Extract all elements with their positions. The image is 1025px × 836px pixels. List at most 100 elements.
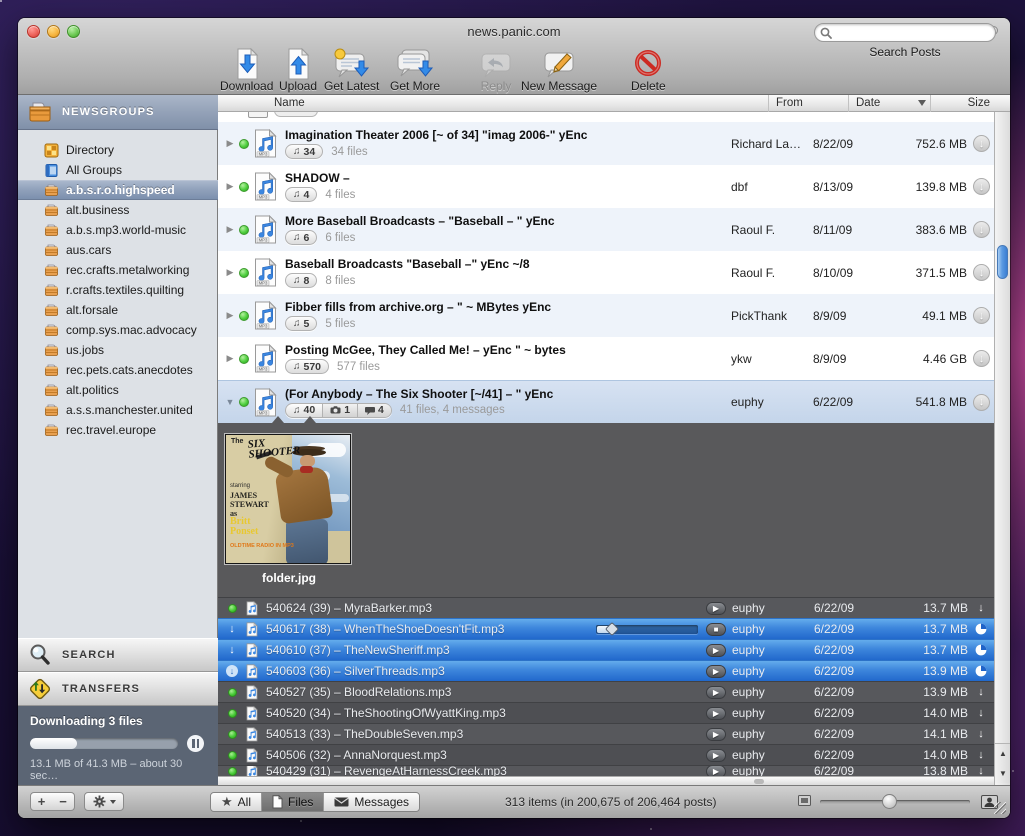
sidebar-item-a-b-s-r-o-highspeed[interactable]: a.b.s.r.o.highspeed	[18, 180, 218, 200]
play-preview-button[interactable]: ▶	[706, 707, 726, 720]
file-row[interactable]: 540527 (35) – BloodRelations.mp3▶euphy6/…	[218, 681, 994, 702]
sidebar-item-alt-business[interactable]: alt.business	[18, 200, 218, 220]
vertical-scrollbar-thumb[interactable]	[997, 245, 1008, 279]
post-row[interactable]: ▶MP3Baseball Broadcasts "Baseball –" yEn…	[218, 251, 994, 294]
badge-chat-segment[interactable]: 4	[357, 404, 391, 417]
slider-thumb[interactable]	[882, 794, 897, 809]
sidebar-item-alt-politics[interactable]: alt.politics	[18, 380, 218, 400]
attachment-count-badge[interactable]: ♫570	[285, 359, 329, 374]
sidebar-item-rec-crafts-metalworking[interactable]: rec.crafts.metalworking	[18, 260, 218, 280]
sidebar-item-rec-travel-europe[interactable]: rec.travel.europe	[18, 420, 218, 440]
play-preview-button[interactable]: ▶	[706, 686, 726, 699]
download-post-button[interactable]: ↓	[973, 264, 990, 281]
badge-music-segment[interactable]: ♫8	[286, 274, 316, 287]
file-row[interactable]: 540520 (34) – TheShootingOfWyattKing.mp3…	[218, 702, 994, 723]
window-resize-grip[interactable]	[994, 802, 1006, 814]
attachment-count-badge[interactable]: ♫4	[285, 187, 317, 202]
file-row[interactable]: ↓540610 (37) – TheNewSheriff.mp3▶euphy6/…	[218, 639, 994, 660]
play-preview-button[interactable]: ▶	[706, 644, 726, 657]
post-row[interactable]: ▼MP3(For Anybody – The Six Shooter [~/41…	[218, 380, 994, 423]
file-row[interactable]: ↓540617 (38) – WhenTheShoeDoesn'tFit.mp3…	[218, 618, 994, 639]
vertical-scrollbar[interactable]: ▲ ▼	[994, 112, 1010, 785]
disclosure-closed-icon[interactable]: ▶	[223, 181, 237, 192]
disclosure-open-icon[interactable]: ▼	[223, 397, 237, 407]
attachment-count-badge[interactable]: ♫6	[285, 230, 317, 245]
horizontal-scrollbar-thumb[interactable]	[754, 779, 764, 784]
file-row[interactable]: 540429 (31) – RevengeAtHarnessCreek.mp3▶…	[218, 765, 994, 776]
badge-music-segment[interactable]: ♫5	[286, 317, 316, 330]
get-latest-button[interactable]: Get Latest	[324, 48, 379, 93]
filter-tab-messages[interactable]: Messages	[324, 793, 419, 811]
action-menu-button[interactable]	[84, 792, 124, 811]
column-header-date[interactable]: Date	[856, 97, 880, 109]
sidebar-item-all-groups[interactable]: All Groups	[18, 160, 218, 180]
download-button[interactable]: Download	[220, 48, 273, 93]
badge-music-segment[interactable]: ♫570	[286, 360, 328, 373]
file-row[interactable]: 540506 (32) – AnnaNorquest.mp3▶euphy6/22…	[218, 744, 994, 765]
play-preview-button[interactable]: ▶	[706, 728, 726, 741]
sidebar-item-r-crafts-textiles-quilting[interactable]: r.crafts.textiles.quilting	[18, 280, 218, 300]
disclosure-closed-icon[interactable]: ▶	[223, 353, 237, 364]
sidebar-item-a-b-s-mp3-world-music[interactable]: a.b.s.mp3.world-music	[18, 220, 218, 240]
attachment-thumbnail[interactable]: The SIX SHOOTER starring JAMES STEWART a…	[225, 434, 351, 564]
disclosure-closed-icon[interactable]: ▶	[223, 138, 237, 149]
badge-music-segment[interactable]: ♫34	[286, 145, 322, 158]
filter-tab-all[interactable]: ★All	[211, 793, 262, 811]
transfers-section[interactable]: TRANSFERS	[18, 672, 218, 706]
upload-button[interactable]: Upload	[279, 48, 317, 93]
badge-music-segment[interactable]: ♫4	[286, 188, 316, 201]
horizontal-scrollbar[interactable]	[218, 776, 994, 785]
attachment-count-badge[interactable]: ♫4014	[285, 403, 392, 418]
new-message-button[interactable]: New Message	[521, 48, 597, 93]
download-post-button[interactable]: ↓	[973, 178, 990, 195]
download-post-button[interactable]: ↓	[973, 135, 990, 152]
sidebar-item-comp-sys-mac-advocacy[interactable]: comp.sys.mac.advocacy	[18, 320, 218, 340]
disclosure-closed-icon[interactable]: ▶	[223, 267, 237, 278]
attachment-count-badge[interactable]: ♫8	[285, 273, 317, 288]
search-input[interactable]	[814, 23, 996, 42]
pause-transfers-button[interactable]	[187, 735, 204, 752]
scroll-up-arrow[interactable]: ▲	[995, 743, 1010, 763]
file-row[interactable]: 540624 (39) – MyraBarker.mp3▶euphy6/22/0…	[218, 597, 994, 618]
badge-photo-segment[interactable]: 1	[322, 404, 357, 417]
play-preview-button[interactable]: ▶	[706, 602, 726, 615]
play-preview-button[interactable]: ▶	[706, 665, 726, 678]
sidebar-item-alt-forsale[interactable]: alt.forsale	[18, 300, 218, 320]
column-header-from[interactable]: From	[776, 97, 803, 109]
delete-button[interactable]: Delete	[631, 48, 666, 93]
remove-button[interactable]: −	[52, 792, 75, 811]
post-row[interactable]: ▶MP3More Baseball Broadcasts – "Baseball…	[218, 208, 994, 251]
sidebar-item-directory[interactable]: Directory	[18, 140, 218, 160]
get-more-button[interactable]: Get More	[390, 48, 440, 93]
post-row[interactable]: ▶MP3Posting McGee, They Called Me! – yEn…	[218, 337, 994, 380]
sidebar-item-rec-pets-cats-anecdotes[interactable]: rec.pets.cats.anecdotes	[18, 360, 218, 380]
post-row[interactable]: ▶MP3Imagination Theater 2006 [~ of 34] "…	[218, 122, 994, 165]
play-preview-button[interactable]: ▶	[706, 765, 726, 776]
disclosure-closed-icon[interactable]: ▶	[223, 224, 237, 235]
file-row[interactable]: 540513 (33) – TheDoubleSeven.mp3▶euphy6/…	[218, 723, 994, 744]
sidebar-item-aus-cars[interactable]: aus.cars	[18, 240, 218, 260]
post-row[interactable]: ▶MP3Fibber fills from archive.org – " ~ …	[218, 294, 994, 337]
file-row[interactable]: ↓540603 (36) – SilverThreads.mp3▶euphy6/…	[218, 660, 994, 681]
attachment-count-badge[interactable]: ♫5	[285, 316, 317, 331]
post-row[interactable]: ▶MP3SHADOW –♫44 filesdbf8/13/09139.8 MB↓	[218, 165, 994, 208]
download-post-button[interactable]: ↓	[973, 221, 990, 238]
sidebar-item-us-jobs[interactable]: us.jobs	[18, 340, 218, 360]
badge-music-segment[interactable]: ♫40	[286, 404, 322, 417]
newsgroups-header[interactable]: NEWSGROUPS	[18, 95, 218, 130]
disclosure-closed-icon[interactable]: ▶	[223, 310, 237, 321]
download-post-button[interactable]: ↓	[973, 394, 990, 411]
scroll-down-arrow[interactable]: ▼	[995, 763, 1010, 783]
filter-tab-files[interactable]: Files	[262, 793, 324, 811]
add-button[interactable]: +	[30, 792, 53, 811]
stop-preview-button[interactable]: ■	[706, 623, 726, 636]
column-header-name[interactable]: Name	[274, 97, 305, 109]
download-post-button[interactable]: ↓	[973, 307, 990, 324]
play-preview-button[interactable]: ▶	[706, 749, 726, 762]
search-section[interactable]: SEARCH	[18, 638, 218, 672]
badge-music-segment[interactable]: ♫6	[286, 231, 316, 244]
sidebar-item-a-s-s-manchester-united[interactable]: a.s.s.manchester.united	[18, 400, 218, 420]
attachment-count-badge[interactable]: ♫34	[285, 144, 323, 159]
reply-button[interactable]: Reply	[478, 48, 514, 93]
download-post-button[interactable]: ↓	[973, 350, 990, 367]
